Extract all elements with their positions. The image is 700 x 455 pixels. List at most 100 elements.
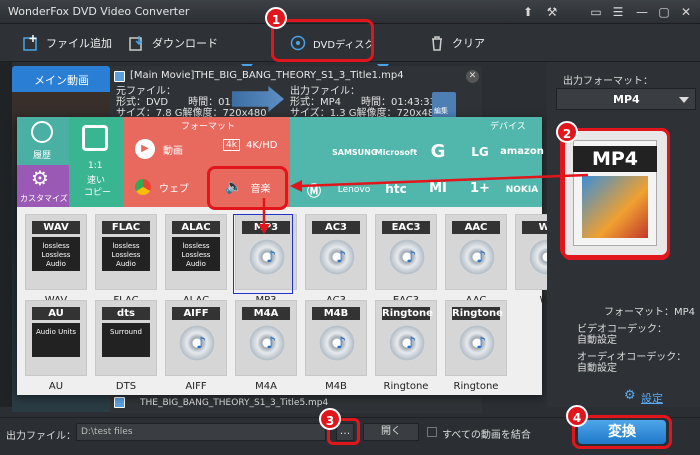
web-format-item[interactable]: ウェブ — [135, 179, 189, 195]
music-note-icon: ♪ — [476, 333, 487, 352]
copy-ratio: 1:1 — [88, 161, 103, 171]
format-tile[interactable]: M4B ♪ — [305, 300, 367, 376]
amazon-logo[interactable]: amazon — [500, 146, 544, 157]
customize-label: カスタマイズ — [20, 194, 68, 203]
audio-codec-value: 自動設定 — [577, 363, 617, 374]
format-label: M4B — [325, 381, 347, 392]
format-label: M4A — [255, 381, 277, 392]
file5-name: THE_BIG_BANG_THEORY_S1_3_Title5.mp4 — [140, 398, 329, 408]
file-checkbox[interactable] — [114, 71, 125, 82]
format-header: フォーマット — [181, 122, 236, 132]
format-tile[interactable]: Ringtone ♪ — [375, 300, 437, 376]
settings-gear-icon[interactable]: ⚙ — [624, 388, 636, 403]
file-row-5[interactable]: THE_BIG_BANG_THEORY_S1_3_Title5.mp4 — [110, 393, 482, 413]
maximize-icon[interactable]: ▢ — [656, 4, 672, 20]
music-note-icon: ♪ — [476, 247, 487, 266]
main-movie-label: メイン動画 — [34, 74, 89, 87]
copy-label: コピー — [84, 188, 112, 198]
web-format-label: ウェブ — [159, 183, 189, 195]
step-badge-4: 4 — [566, 405, 588, 427]
format-tag: M4A — [242, 307, 290, 320]
music-note-icon: ♪ — [406, 333, 417, 352]
file5-checkbox[interactable] — [114, 397, 125, 408]
format-tile[interactable]: ALAC lossless Lossless Audio — [165, 214, 227, 290]
merge-checkbox[interactable] — [427, 427, 437, 437]
format-tag: Ringtone — [452, 307, 503, 320]
step-badge-3: 3 — [319, 408, 341, 430]
lenovo-logo[interactable]: Lenovo — [332, 185, 376, 195]
highlight-dvd-disc — [271, 19, 374, 62]
google-logo[interactable]: G — [416, 141, 460, 162]
format-tag: EAC3 — [382, 221, 430, 234]
play-icon: ▶ — [135, 139, 155, 159]
open-button[interactable]: 開く — [363, 423, 419, 441]
format-info: フォーマット：MP4 — [604, 307, 696, 318]
upload-icon[interactable]: ⬆ — [520, 4, 536, 20]
mi-logo[interactable]: MI — [416, 181, 460, 196]
format-tile[interactable]: AIFF ♪ — [165, 300, 227, 376]
menu-icon[interactable]: ☰ — [610, 4, 626, 20]
step-badge-2: 2 — [556, 121, 578, 143]
output-path-field[interactable]: D:\test files — [76, 423, 326, 441]
format-tile[interactable]: EAC3 ♪ — [375, 214, 437, 290]
4k-icon: 4k — [223, 139, 240, 151]
add-file-icon — [22, 34, 40, 52]
close-icon[interactable]: ✕ — [678, 4, 694, 20]
music-note-icon: ♪ — [266, 333, 277, 352]
clear-label: クリア — [452, 37, 485, 50]
highlight-mp4 — [562, 128, 670, 260]
settings-link[interactable]: 設定 — [641, 390, 663, 406]
clock-icon — [31, 121, 53, 143]
4k-format-item[interactable]: 4k 4K/HD — [223, 139, 277, 151]
music-note-icon: ♪ — [196, 333, 207, 352]
format-label: AU — [48, 381, 64, 392]
edit-button[interactable]: 編集 — [432, 92, 456, 118]
chat-icon[interactable]: ▭ — [588, 4, 604, 20]
samsung-logo[interactable]: SAMSUNG — [332, 148, 377, 157]
customize-tile[interactable]: ⚙ カスタマイズ — [17, 165, 69, 207]
copy-icon — [82, 125, 108, 151]
format-tag: AAC — [452, 221, 500, 234]
edit-label: 編集 — [434, 107, 448, 115]
format-tag: AU — [32, 307, 80, 320]
output-file-label: 出力ファイル： — [6, 431, 76, 442]
history-label: 履歴 — [33, 151, 52, 161]
format-tile[interactable]: M4A ♪ — [235, 300, 297, 376]
main-movie-tab[interactable]: メイン動画 — [12, 66, 110, 92]
format-tile[interactable]: AU Audio Units — [25, 300, 87, 376]
format-tile[interactable]: dts Surround — [95, 300, 157, 376]
history-tile[interactable]: 履歴 — [17, 117, 69, 165]
oneplus-logo[interactable]: 1+ — [458, 181, 502, 196]
format-label: Ringtone — [383, 381, 429, 392]
lg-logo[interactable]: LG — [458, 145, 502, 159]
format-tile[interactable]: WAV lossless Lossless Audio — [25, 214, 87, 290]
clear-button[interactable]: クリア — [428, 24, 485, 62]
fast-copy-tile[interactable]: 1:1 速い コピー — [69, 117, 123, 207]
download-icon — [128, 34, 146, 52]
chevron-down-icon — [679, 97, 689, 103]
tools-icon[interactable]: ⚒ — [544, 4, 560, 20]
merge-label: すべての動画を結合 — [442, 430, 531, 441]
microsoft-logo[interactable]: Microsoft — [374, 148, 418, 157]
htc-logo[interactable]: htc — [374, 182, 418, 196]
format-label: Ringtone — [453, 381, 499, 392]
add-file-button[interactable]: ファイル追加 — [22, 24, 112, 62]
add-file-label: ファイル追加 — [46, 37, 112, 50]
format-tile[interactable]: AAC ♪ — [445, 214, 507, 290]
format-tile[interactable]: Ringtone ♪ — [445, 300, 507, 376]
motorola-icon[interactable]: Ⓜ — [292, 181, 336, 201]
minimize-icon[interactable]: — — [634, 4, 650, 20]
format-tile[interactable]: AC3 ♪ — [305, 214, 367, 290]
format-label: DTS — [115, 381, 137, 392]
format-tag: FLAC — [102, 221, 150, 234]
video-format-item[interactable]: ▶ 動画 — [135, 139, 183, 159]
download-label: ダウンロード — [152, 37, 218, 50]
highlight-music — [207, 166, 288, 210]
remove-file-icon[interactable]: ✕ — [466, 70, 479, 83]
format-badge-art: lossless Lossless Audio — [102, 237, 150, 271]
download-button[interactable]: ダウンロード — [128, 24, 218, 62]
left-strip — [0, 62, 12, 407]
format-tile[interactable]: FLAC lossless Lossless Audio — [95, 214, 157, 290]
nokia-logo[interactable]: NOKIA — [500, 185, 544, 195]
output-format-select[interactable]: MP4 — [556, 88, 696, 110]
